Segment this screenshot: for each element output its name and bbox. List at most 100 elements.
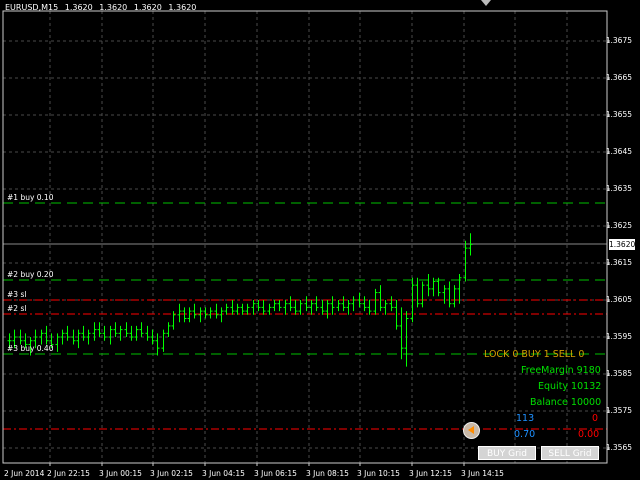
price-bar	[420, 281, 425, 308]
chart-shift-icon[interactable]	[481, 0, 491, 6]
price-bar	[436, 277, 441, 297]
price-bar	[314, 296, 319, 312]
price-tick-label: 1.3615	[605, 258, 632, 267]
arrow-left-icon[interactable]	[463, 422, 480, 439]
price-bar	[298, 299, 303, 315]
price-bar	[251, 299, 256, 315]
price-bar	[92, 322, 97, 341]
price-bar	[399, 307, 404, 360]
price-bar	[113, 322, 118, 338]
time-tick-label: 3 Jun 14:15	[461, 469, 504, 478]
buy-grid-button[interactable]: BUY Grid	[478, 446, 536, 460]
price-bar	[346, 299, 351, 315]
price-bar	[224, 303, 229, 315]
order-levels	[3, 202, 607, 430]
price-bar	[277, 299, 282, 312]
sell-lots: 0.00	[578, 429, 600, 440]
price-bar	[320, 299, 325, 315]
order-level-label: #2 sl	[7, 304, 27, 313]
price-bar	[351, 296, 356, 312]
price-bar	[71, 329, 76, 345]
price-bar	[283, 299, 288, 315]
order-level-label: #2 buy 0.20	[7, 270, 54, 279]
price-bar	[145, 325, 150, 341]
price-chart[interactable]	[0, 0, 640, 480]
price-tick-label: 1.3635	[605, 184, 632, 193]
price-bar	[155, 333, 160, 356]
price-bar	[261, 299, 266, 315]
sell-grid-button[interactable]: SELL Grid	[541, 446, 599, 460]
price-bar	[304, 296, 309, 312]
buy-count: 113	[516, 413, 535, 424]
price-bar	[330, 296, 335, 315]
price-bar	[457, 274, 462, 304]
time-tick-label: 3 Jun 10:15	[357, 469, 400, 478]
price-bar	[192, 303, 197, 319]
price-bar	[442, 285, 447, 304]
price-bar	[129, 325, 134, 341]
price-bar	[245, 303, 250, 315]
price-bar	[65, 325, 70, 341]
price-bar	[341, 296, 346, 312]
lock-status: LOCK 0 BUY 1 SELL 0	[484, 349, 585, 360]
price-bar	[367, 299, 372, 315]
price-bar	[198, 307, 203, 323]
price-bar	[336, 299, 341, 312]
quote-high: 1.3620	[99, 3, 128, 12]
free-margin: FreeMargin 9180	[521, 365, 601, 376]
price-tick-label: 1.3595	[605, 332, 632, 341]
grid	[3, 11, 610, 466]
price-bar	[288, 296, 293, 312]
price-tick-label: 1.3605	[605, 295, 632, 304]
price-bar	[325, 299, 330, 319]
quote-open: 1.3620	[64, 3, 93, 12]
time-tick-label: 3 Jun 06:15	[254, 469, 297, 478]
price-bar	[76, 329, 81, 349]
price-bar	[166, 322, 171, 338]
price-bar	[203, 307, 208, 319]
price-bar	[81, 325, 86, 341]
price-bar	[394, 299, 399, 330]
price-bar	[447, 281, 452, 308]
price-bar	[426, 274, 431, 297]
order-level-label: #3 buy 0.40	[7, 344, 54, 353]
time-tick-label: 3 Jun 04:15	[202, 469, 245, 478]
sell-count: 0	[592, 413, 599, 424]
equity: Equity 10132	[538, 381, 602, 392]
price-bar	[108, 325, 113, 345]
price-bar	[139, 322, 144, 338]
price-tick-label: 1.3645	[605, 147, 632, 156]
order-level-label: #1 buy 0.10	[7, 193, 54, 202]
buy-lots: 0.70	[514, 429, 536, 440]
price-tick-label: 1.3565	[605, 443, 632, 452]
price-bar	[124, 322, 129, 338]
price-tick-label: 1.3665	[605, 73, 632, 82]
price-bar	[362, 296, 367, 312]
price-bar	[309, 299, 314, 315]
price-bar	[177, 303, 182, 323]
price-tick-label: 1.3655	[605, 110, 632, 119]
price-tick-label: 1.3675	[605, 36, 632, 45]
price-bar	[118, 325, 123, 341]
price-bar	[404, 311, 409, 367]
price-tick-label: 1.3575	[605, 406, 632, 415]
price-bar	[187, 307, 192, 323]
price-bar	[230, 299, 235, 315]
current-price-label: 1.3620	[609, 239, 636, 250]
price-bar	[44, 325, 49, 345]
price-tick-label: 1.3585	[605, 369, 632, 378]
price-tick-label: 1.3625	[605, 221, 632, 230]
plot-frame	[2, 10, 608, 464]
price-bar	[208, 307, 213, 319]
price-bar	[272, 299, 277, 312]
price-bar	[293, 299, 298, 315]
price-bar	[39, 329, 44, 345]
price-bar	[415, 277, 420, 308]
quote-close: 1.3620	[168, 3, 197, 12]
price-bar	[102, 325, 107, 341]
quote-low: 1.3620	[133, 3, 162, 12]
price-bar	[389, 296, 394, 312]
price-bar	[55, 333, 60, 352]
balance: Balance 10000	[530, 397, 602, 408]
price-bar	[235, 303, 240, 315]
